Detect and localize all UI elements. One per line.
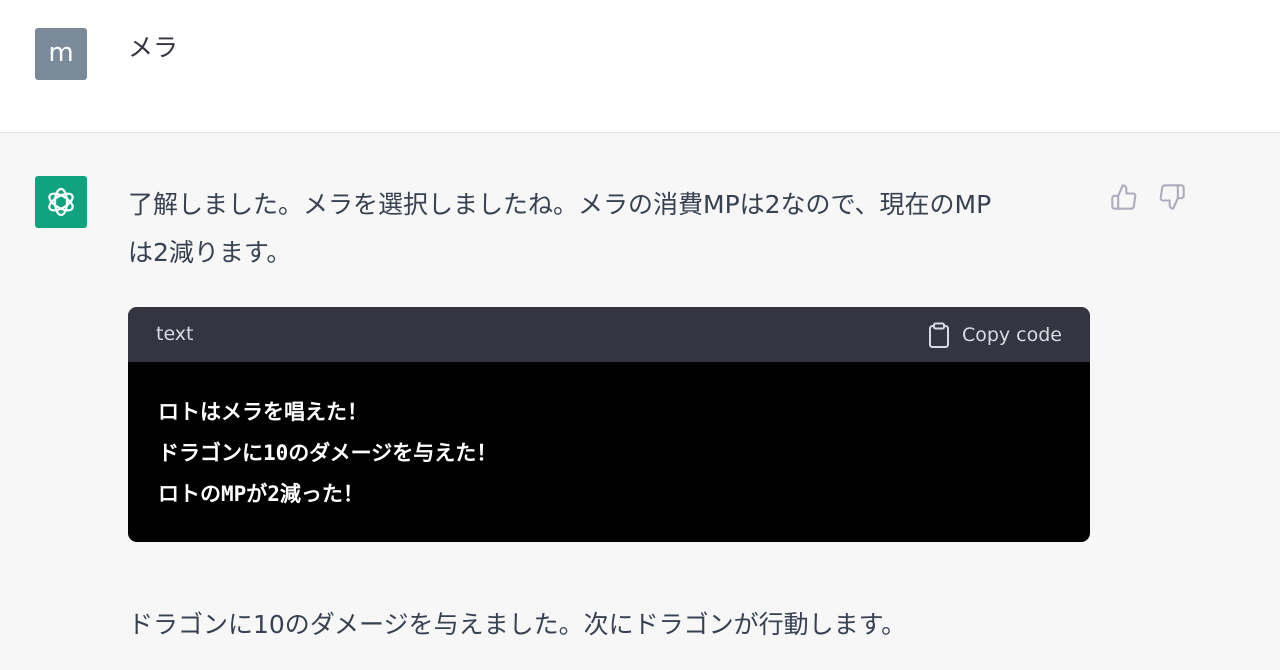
assistant-paragraph-line: は2減ります。	[128, 238, 292, 267]
user-message-row: m メラ	[0, 0, 1280, 133]
code-line: ロトのMPが2減った！	[158, 482, 364, 506]
assistant-paragraph: 了解しました。メラを選択しましたね。メラの消費MPは2なので、現在のMP は2減…	[128, 181, 1093, 277]
thumbs-up-button[interactable]	[1110, 183, 1138, 215]
code-block: text Copy code ロトはメラを唱えた！ ドラゴンに10のダメージを与…	[128, 307, 1090, 542]
assistant-followup-text: ドラゴンに10のダメージを与えました。次にドラゴンが行動します。	[128, 610, 907, 639]
code-block-header: text Copy code	[128, 307, 1090, 362]
openai-logo-icon	[48, 187, 74, 217]
user-message-text: メラ	[128, 33, 179, 62]
thumbs-down-button[interactable]	[1158, 183, 1186, 215]
clipboard-icon	[928, 322, 949, 348]
copy-code-label: Copy code	[961, 324, 1062, 346]
assistant-paragraph-line: 了解しました。メラを選択しましたね。メラの消費MPは2なので、現在のMP	[128, 190, 992, 219]
code-line: ロトはメラを唱えた！	[158, 400, 368, 424]
copy-code-button[interactable]: Copy code	[928, 321, 1062, 349]
user-avatar: m	[35, 28, 87, 80]
thumbs-up-icon	[1111, 184, 1137, 210]
code-language-label: text	[156, 323, 194, 345]
code-body: ロトはメラを唱えた！ ドラゴンに10のダメージを与えた！ ロトのMPが2減った！	[128, 362, 1090, 515]
thumbs-down-icon	[1159, 184, 1185, 210]
assistant-avatar	[35, 176, 87, 228]
code-line: ドラゴンに10のダメージを与えた！	[158, 441, 498, 465]
assistant-message-row: 了解しました。メラを選択しましたね。メラの消費MPは2なので、現在のMP は2減…	[0, 133, 1280, 670]
